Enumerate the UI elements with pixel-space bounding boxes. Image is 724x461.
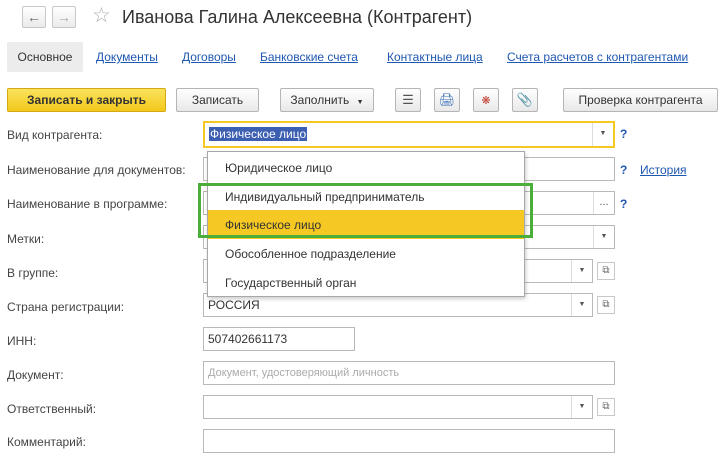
type-select[interactable]: Физическое лицо ▼	[203, 121, 615, 148]
inn-input[interactable]: 507402661173	[203, 327, 355, 351]
page-title: Иванова Галина Алексеевна (Контрагент)	[122, 7, 473, 27]
tab-documents[interactable]: Документы	[96, 42, 158, 72]
comment-input[interactable]	[203, 429, 615, 453]
help-icon[interactable]: ?	[620, 197, 627, 211]
responsible-label: Ответственный:	[7, 402, 97, 416]
open-icon[interactable]: ⧉	[597, 296, 615, 314]
tab-main[interactable]: Основное	[7, 42, 83, 72]
structure-button[interactable]: ❋	[473, 88, 499, 112]
inn-label: ИНН:	[7, 334, 37, 348]
country-value: РОССИЯ	[208, 298, 260, 312]
print-icon: 🖨	[438, 92, 456, 107]
help-icon[interactable]: ?	[620, 127, 627, 141]
print-button[interactable]: 🖨	[434, 88, 460, 112]
chevron-down-icon[interactable]: ▼	[571, 260, 592, 282]
document-label: Документ:	[7, 368, 64, 382]
forward-button[interactable]: →	[52, 6, 76, 28]
report-button[interactable]: ☰	[395, 88, 421, 112]
tab-settlement-accounts[interactable]: Счета расчетов с контрагентами	[507, 42, 688, 72]
type-value: Физическое лицо	[209, 127, 308, 141]
document-placeholder: Документ, удостоверяющий личность	[208, 367, 400, 379]
type-label: Вид контрагента:	[7, 128, 103, 142]
tab-bank-accounts[interactable]: Банковские счета	[260, 42, 358, 72]
back-button[interactable]: ←	[22, 6, 46, 28]
annotation-frame	[198, 183, 533, 238]
responsible-select[interactable]: ▼	[203, 395, 593, 419]
comment-label: Комментарий:	[7, 435, 86, 449]
save-button[interactable]: Записать	[176, 88, 259, 112]
save-and-close-button[interactable]: Записать и закрыть	[7, 88, 166, 112]
chevron-down-icon: ▼	[356, 99, 364, 106]
doc-name-label: Наименование для документов:	[7, 163, 186, 177]
open-icon[interactable]: ⧉	[597, 398, 615, 416]
open-icon[interactable]: ⧉	[597, 262, 615, 280]
document-input[interactable]: Документ, удостоверяющий личность	[203, 361, 615, 385]
history-link[interactable]: История	[640, 163, 687, 177]
prog-name-label: Наименование в программе:	[7, 197, 168, 211]
country-label: Страна регистрации:	[7, 300, 125, 314]
arrow-left-icon: ←	[27, 9, 41, 25]
check-counterparty-button[interactable]: Проверка контрагента	[563, 88, 718, 112]
fill-button[interactable]: Заполнить ▼	[280, 88, 374, 112]
group-label: В группе:	[7, 266, 59, 280]
chevron-down-icon[interactable]: ▼	[571, 396, 592, 418]
option-state-body[interactable]: Государственный орган	[225, 276, 356, 290]
chevron-down-icon[interactable]: ▼	[593, 226, 614, 248]
tags-label: Метки:	[7, 232, 45, 246]
chevron-down-icon[interactable]: ▼	[592, 123, 613, 146]
option-legal-entity[interactable]: Юридическое лицо	[225, 161, 332, 175]
tab-contracts[interactable]: Договоры	[182, 42, 236, 72]
arrow-right-icon: →	[57, 9, 71, 25]
inn-value: 507402661173	[208, 332, 288, 346]
structure-icon: ❋	[481, 95, 491, 107]
ellipsis-icon[interactable]: ...	[593, 192, 614, 214]
star-icon[interactable]: ☆	[92, 4, 111, 28]
help-icon[interactable]: ?	[620, 163, 627, 177]
option-separate-division[interactable]: Обособленное подразделение	[225, 247, 396, 261]
tab-contacts[interactable]: Контактные лица	[387, 42, 483, 72]
report-icon: ☰	[402, 92, 414, 107]
chevron-down-icon[interactable]: ▼	[571, 294, 592, 316]
fill-label: Заполнить	[290, 93, 350, 107]
attachment-icon: 📎	[516, 92, 534, 107]
attachment-button[interactable]: 📎	[512, 88, 538, 112]
